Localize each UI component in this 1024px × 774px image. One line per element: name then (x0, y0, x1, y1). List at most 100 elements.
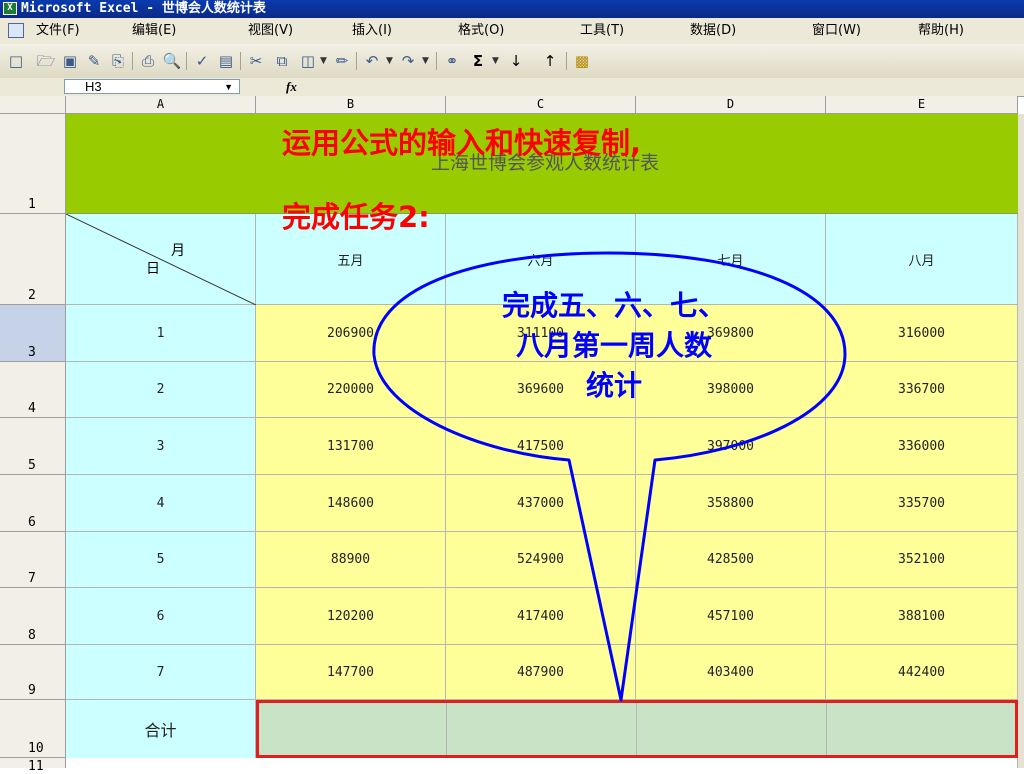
menu-format[interactable]: 格式(O) (458, 18, 504, 44)
menu-data[interactable]: 数据(D) (690, 18, 736, 44)
format-painter-icon[interactable]: ✏ (332, 51, 352, 71)
new-icon[interactable]: □ (6, 51, 26, 71)
row-header-2[interactable]: 2 (0, 214, 66, 305)
value-cell[interactable]: 358800 (636, 475, 826, 532)
row-header-5[interactable]: 5 (0, 418, 66, 475)
undo-icon[interactable]: ↶ (362, 51, 382, 71)
day-cell[interactable]: 5 (66, 532, 256, 588)
value-cell[interactable]: 397000 (636, 418, 826, 475)
menu-bar: 文件(F) 编辑(E) 视图(V) 插入(I) 格式(O) 工具(T) 数据(D… (0, 18, 1024, 44)
menu-file[interactable]: 文件(F) (36, 18, 80, 44)
value-cell[interactable]: 220000 (256, 362, 446, 418)
toolbar-separator (186, 52, 187, 70)
row-header-3[interactable]: 3 (0, 305, 66, 362)
day-cell[interactable]: 3 (66, 418, 256, 475)
total-label-cell[interactable]: 合计 (66, 700, 256, 758)
value-cell[interactable]: 437000 (446, 475, 636, 532)
column-headers: A B C D E (0, 96, 1024, 114)
value-cell[interactable]: 403400 (636, 645, 826, 700)
value-cell[interactable]: 352100 (826, 532, 1018, 588)
row-header-9[interactable]: 9 (0, 645, 66, 700)
menu-insert[interactable]: 插入(I) (352, 18, 392, 44)
day-cell[interactable]: 1 (66, 305, 256, 362)
value-cell[interactable]: 336000 (826, 418, 1018, 475)
paste-icon[interactable]: ◫ (298, 51, 318, 71)
chart-wizard-icon[interactable]: ▩ (572, 51, 592, 71)
day-cell[interactable]: 4 (66, 475, 256, 532)
row-header-6[interactable]: 6 (0, 475, 66, 532)
row-11-cells[interactable] (66, 758, 1018, 768)
research-book-icon[interactable]: ▤ (216, 51, 236, 71)
header-cell-august[interactable]: 八月 (826, 214, 1018, 305)
column-header-c[interactable]: C (446, 96, 636, 114)
diagonal-header-cell[interactable]: 月 日 (66, 214, 256, 305)
value-cell[interactable]: 487900 (446, 645, 636, 700)
value-cell[interactable]: 442400 (826, 645, 1018, 700)
day-cell[interactable]: 7 (66, 645, 256, 700)
instruction-line-2: 完成任务2: (282, 200, 430, 234)
value-cell[interactable]: 524900 (446, 532, 636, 588)
undo-dropdown-icon[interactable]: ▼ (386, 51, 393, 71)
print-preview-icon[interactable]: ⎙ (138, 51, 158, 71)
column-header-b[interactable]: B (256, 96, 446, 114)
value-cell[interactable]: 335700 (826, 475, 1018, 532)
spelling-icon[interactable]: ✓ (192, 51, 212, 71)
column-header-a[interactable]: A (66, 96, 256, 114)
row-header-1[interactable]: 1 (0, 114, 66, 214)
autosum-icon[interactable]: Σ (468, 51, 488, 71)
menu-view[interactable]: 视图(V) (248, 18, 293, 44)
day-cell[interactable]: 2 (66, 362, 256, 418)
autosum-dropdown-icon[interactable]: ▼ (492, 51, 499, 71)
row-header-4[interactable]: 4 (0, 362, 66, 418)
hyperlink-icon[interactable]: ⚭ (442, 51, 462, 71)
redo-icon[interactable]: ↷ (398, 51, 418, 71)
value-cell[interactable]: 88900 (256, 532, 446, 588)
total-range-highlight[interactable] (256, 700, 1018, 758)
save-icon[interactable]: ▣ (60, 51, 80, 71)
value-cell[interactable]: 417400 (446, 588, 636, 645)
row-header-7[interactable]: 7 (0, 532, 66, 588)
row-header-8[interactable]: 8 (0, 588, 66, 645)
value-cell[interactable]: 147700 (256, 645, 446, 700)
select-all-corner[interactable] (0, 96, 66, 114)
vertical-scrollbar-edge[interactable] (1018, 114, 1024, 768)
sort-ascending-icon[interactable]: ↓ (506, 51, 526, 71)
column-header-d[interactable]: D (636, 96, 826, 114)
cell-divider (826, 703, 827, 755)
menu-window[interactable]: 窗口(W) (812, 18, 861, 44)
insert-function-button[interactable]: fx (286, 78, 297, 96)
value-cell[interactable]: 457100 (636, 588, 826, 645)
menu-edit[interactable]: 编辑(E) (132, 18, 176, 44)
copy-icon[interactable]: ⧉ (272, 51, 292, 71)
row-header-10[interactable]: 10 (0, 700, 66, 758)
research-icon[interactable]: 🔍 (162, 51, 182, 71)
name-box[interactable]: H3 ▼ (64, 79, 240, 94)
value-cell[interactable]: 316000 (826, 305, 1018, 362)
column-header-e[interactable]: E (826, 96, 1018, 114)
formula-bar: H3 ▼ fx (0, 78, 1024, 97)
value-cell[interactable]: 417500 (446, 418, 636, 475)
day-cell[interactable]: 6 (66, 588, 256, 645)
value-cell[interactable]: 131700 (256, 418, 446, 475)
row-header-11[interactable]: 11 (0, 758, 66, 774)
sort-descending-icon[interactable]: ↑ (540, 51, 560, 71)
menu-help[interactable]: 帮助(H) (918, 18, 964, 44)
name-box-dropdown-icon[interactable]: ▼ (224, 80, 233, 95)
title-bar: Microsoft Excel - 世博会人数统计表 (0, 0, 1024, 18)
permission-icon[interactable]: ✎ (84, 51, 104, 71)
cut-icon[interactable]: ✂ (246, 51, 266, 71)
menu-tools[interactable]: 工具(T) (580, 18, 624, 44)
document-menu-icon[interactable] (8, 23, 24, 38)
print-icon[interactable]: ⎘ (108, 51, 128, 71)
value-cell[interactable]: 336700 (826, 362, 1018, 418)
bubble-line-3: 统计 (585, 369, 642, 402)
value-cell[interactable]: 120200 (256, 588, 446, 645)
value-cell[interactable]: 428500 (636, 532, 826, 588)
paste-dropdown-icon[interactable]: ▼ (320, 51, 327, 71)
excel-app-icon[interactable] (3, 2, 17, 15)
redo-dropdown-icon[interactable]: ▼ (422, 51, 429, 71)
open-icon[interactable]: 🗁 (36, 51, 56, 71)
value-cell[interactable]: 206900 (256, 305, 446, 362)
value-cell[interactable]: 388100 (826, 588, 1018, 645)
value-cell[interactable]: 148600 (256, 475, 446, 532)
